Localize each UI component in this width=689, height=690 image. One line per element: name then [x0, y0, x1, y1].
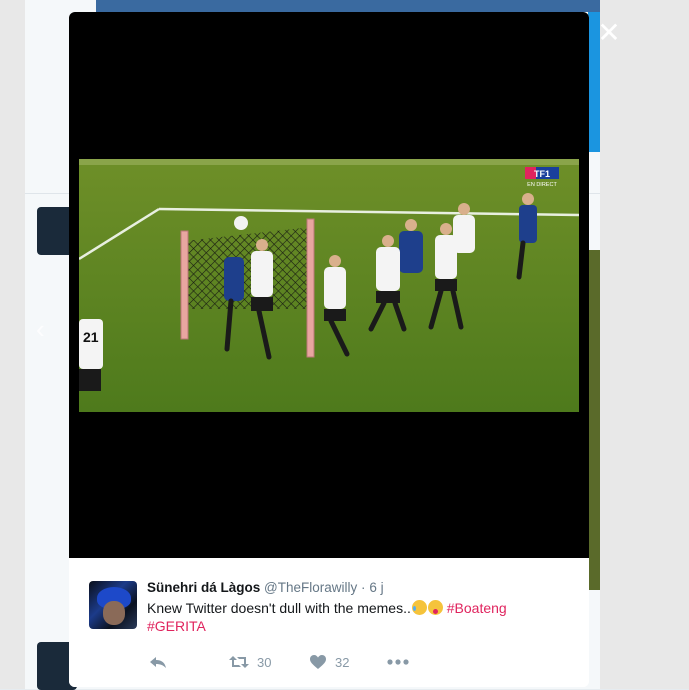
face-with-tears-of-joy-icon: [411, 600, 427, 615]
more-button[interactable]: [387, 658, 409, 666]
like-count: 32: [335, 654, 350, 670]
display-name[interactable]: Sünehri dá Làgos: [147, 580, 260, 595]
avatar[interactable]: [89, 581, 137, 629]
previous-arrow-icon[interactable]: ‹: [36, 314, 45, 345]
background-media-strip: [96, 0, 600, 12]
tweet-text: Knew Twitter doesn't dull with the memes…: [147, 599, 567, 635]
hashtag-link[interactable]: #Boateng: [447, 600, 507, 616]
hashtag-link[interactable]: #GERITA: [147, 618, 206, 634]
tweet-timestamp[interactable]: 6 j: [369, 580, 383, 595]
retweet-icon: [229, 656, 249, 668]
separator-dot: ·: [361, 580, 366, 595]
svg-text:21: 21: [83, 329, 99, 345]
reply-button[interactable]: [149, 654, 167, 670]
background-media-green: [588, 250, 600, 590]
user-handle[interactable]: @TheFlorawilly: [264, 580, 357, 595]
media-modal: TF1 EN DIRECT 21 Sünehri dá Làgos @TheFl…: [69, 12, 589, 687]
tweet-card: Sünehri dá Làgos @TheFlorawilly · 6 j Kn…: [69, 558, 589, 687]
tweet-header: Sünehri dá Làgos @TheFlorawilly · 6 j: [147, 580, 384, 595]
squinting-face-with-tongue-icon: [427, 600, 443, 615]
tf1-logo: TF1 EN DIRECT: [525, 167, 559, 188]
retweet-count: 30: [257, 654, 272, 670]
football-photo: TF1 EN DIRECT 21: [79, 159, 579, 412]
tweet-actions: 30 32: [147, 654, 547, 678]
heart-icon: [310, 655, 326, 669]
channel-subtitle: EN DIRECT: [527, 182, 557, 188]
channel-logo-text: TF1: [534, 169, 550, 179]
retweet-button[interactable]: 30: [229, 654, 271, 670]
media-viewer: TF1 EN DIRECT 21: [69, 12, 589, 558]
like-button[interactable]: 32: [309, 654, 349, 670]
more-icon: [387, 659, 409, 665]
close-button[interactable]: ✕: [596, 19, 622, 47]
reply-icon: [150, 657, 166, 668]
tweet-body: Knew Twitter doesn't dull with the memes…: [147, 600, 411, 616]
